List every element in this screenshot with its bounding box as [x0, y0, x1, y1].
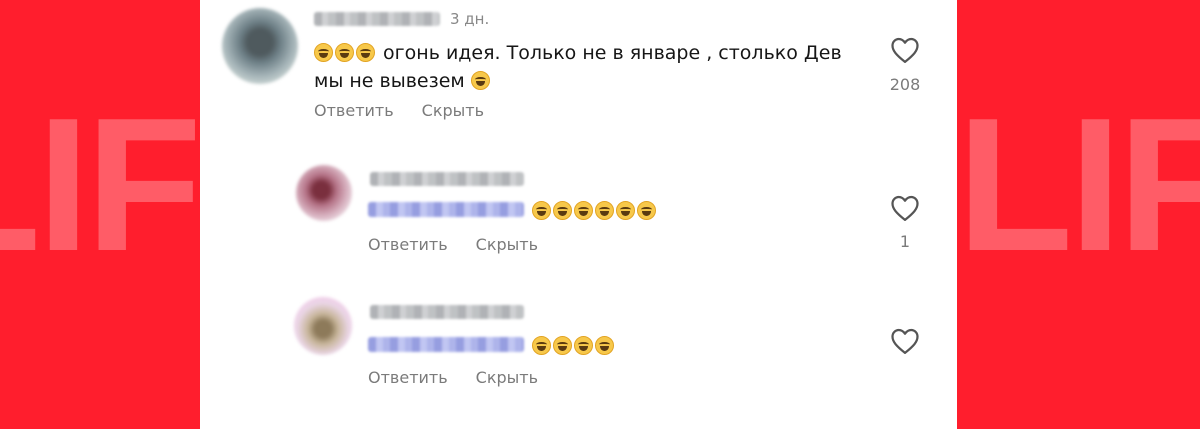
mention-blurred[interactable] [368, 337, 524, 352]
username-blurred[interactable] [370, 172, 524, 186]
reply-button[interactable]: Ответить [368, 368, 448, 387]
comments-panel: 3 дн. огонь идея. Только не в январе , с… [200, 0, 957, 429]
watermark-left: LIFE [0, 95, 200, 275]
like-heart-icon[interactable] [890, 36, 920, 64]
username-blurred[interactable] [370, 305, 524, 319]
laughing-emoji-icon [637, 201, 656, 220]
laughing-emoji-icon [532, 201, 551, 220]
username-blurred[interactable] [314, 12, 440, 26]
laughing-emoji-icon [574, 201, 593, 220]
reply-button[interactable]: Ответить [314, 101, 394, 120]
like-heart-icon[interactable] [890, 194, 920, 222]
avatar[interactable] [296, 165, 352, 221]
hide-button[interactable]: Скрыть [422, 101, 484, 120]
laughing-emoji-icon [553, 201, 572, 220]
laughing-emoji-icon [335, 43, 354, 62]
reply-text [532, 197, 658, 225]
laughing-emoji-icon [595, 201, 614, 220]
hide-button[interactable]: Скрыть [476, 368, 538, 387]
comment-text-line1: огонь идея. Только не в январе , столько… [383, 42, 842, 64]
like-count: 208 [889, 75, 921, 94]
avatar[interactable] [222, 8, 298, 84]
avatar[interactable] [294, 297, 352, 355]
reply-actions: Ответить Скрыть [368, 368, 566, 387]
comment-time: 3 дн. [450, 10, 490, 28]
laughing-emoji-icon [574, 336, 593, 355]
laughing-emoji-icon [595, 336, 614, 355]
laughing-emoji-icon [553, 336, 572, 355]
grinning-sweat-emoji-icon [470, 71, 490, 90]
mention-blurred[interactable] [368, 202, 524, 217]
laughing-emoji-icon [616, 201, 635, 220]
comment-actions: Ответить Скрыть [314, 101, 512, 120]
laughing-emoji-icon [532, 336, 551, 355]
like-heart-icon[interactable] [890, 327, 920, 355]
reply-text [532, 332, 616, 360]
watermark-right: LIFE [957, 95, 1200, 275]
comment-text-line2: мы не вывезем [314, 70, 465, 92]
hide-button[interactable]: Скрыть [476, 235, 538, 254]
reply-actions: Ответить Скрыть [368, 235, 566, 254]
laughing-emoji-icon [314, 43, 333, 62]
like-count: 1 [899, 232, 911, 251]
reply-button[interactable]: Ответить [368, 235, 448, 254]
laughing-emoji-icon [356, 43, 375, 62]
comment-text: огонь идея. Только не в январе , столько… [314, 39, 842, 95]
